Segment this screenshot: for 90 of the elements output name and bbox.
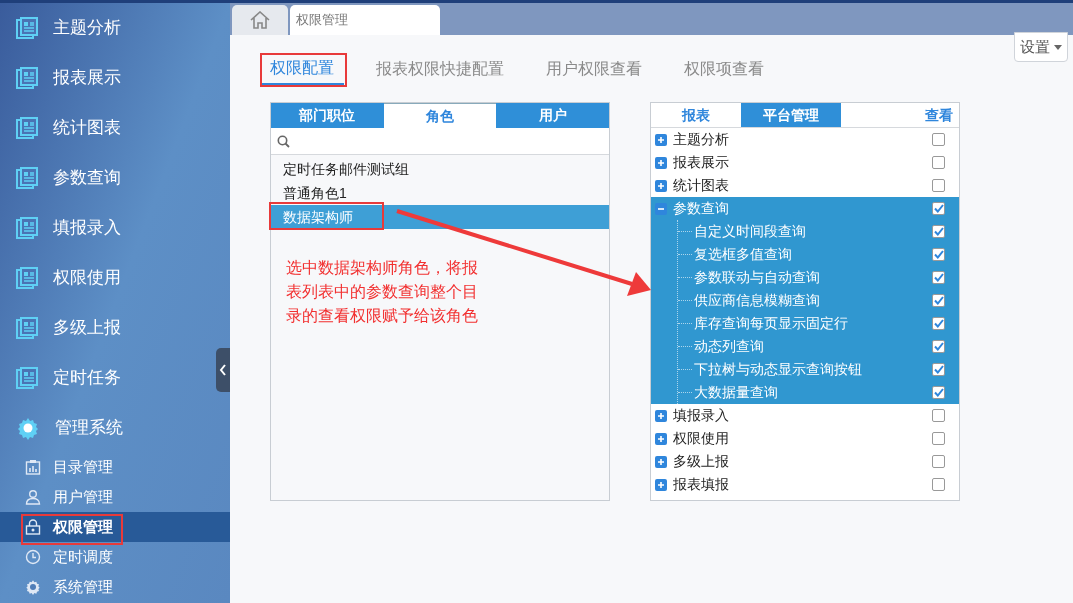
- report-icon: [16, 367, 38, 389]
- tree-item[interactable]: 复选框多值查询: [694, 244, 792, 265]
- expand-icon[interactable]: [655, 179, 667, 192]
- sidebar-item[interactable]: 定时任务: [0, 353, 200, 403]
- expand-icon[interactable]: [655, 478, 667, 491]
- sidebar-item[interactable]: 统计图表: [0, 103, 200, 153]
- tree-item[interactable]: 参数查询: [673, 198, 729, 219]
- page-tab[interactable]: 权限管理: [290, 5, 440, 35]
- tree-item[interactable]: 动态列查询: [694, 336, 764, 357]
- tab[interactable]: 平台管理: [741, 103, 841, 127]
- tree-item[interactable]: 自定义时间段查询: [694, 221, 806, 242]
- tree-item[interactable]: 主题分析: [673, 129, 729, 150]
- checkbox[interactable]: [932, 156, 945, 169]
- checkbox[interactable]: [932, 455, 945, 468]
- tab[interactable]: 部门职位: [271, 103, 384, 128]
- tree-item[interactable]: 参数联动与自动查询: [694, 267, 820, 288]
- sidebar-item[interactable]: 报表展示: [0, 53, 200, 103]
- home-tab[interactable]: [232, 5, 288, 35]
- chart-icon: [25, 459, 41, 475]
- sidebar-subitem[interactable]: 用户管理: [0, 482, 230, 512]
- tree-item[interactable]: 报表展示: [673, 152, 729, 173]
- user-icon: [25, 489, 41, 505]
- sidebar-subitem[interactable]: 权限管理: [0, 512, 230, 542]
- settings-icon: [16, 416, 40, 440]
- chevron-left-icon: [219, 364, 227, 376]
- tree-item[interactable]: 供应商信息模糊查询: [694, 290, 820, 311]
- report-icon: [16, 317, 38, 339]
- role-item[interactable]: 数据架构师: [271, 205, 609, 229]
- checkbox[interactable]: [932, 317, 945, 330]
- checkbox[interactable]: [932, 340, 945, 353]
- checkbox[interactable]: [932, 248, 945, 261]
- report-icon: [16, 117, 38, 139]
- column-header: 查看: [925, 105, 954, 125]
- tree-item[interactable]: 多级上报: [673, 451, 729, 472]
- sidebar-item[interactable]: 主题分析: [0, 3, 200, 53]
- tab[interactable]: 权限项查看: [674, 53, 774, 85]
- checkbox[interactable]: [932, 202, 945, 215]
- sidebar-item[interactable]: 多级上报: [0, 303, 200, 353]
- checkbox[interactable]: [932, 294, 945, 307]
- settings-button[interactable]: 设置: [1014, 32, 1068, 62]
- sidebar-subitem[interactable]: 定时调度: [0, 542, 230, 572]
- expand-icon[interactable]: [655, 156, 667, 169]
- report-icon: [16, 167, 38, 189]
- tree-item[interactable]: 统计图表: [673, 175, 729, 196]
- tree-item[interactable]: 权限使用: [673, 428, 729, 449]
- checkbox[interactable]: [932, 133, 945, 146]
- tab[interactable]: 用户权限查看: [536, 53, 652, 85]
- checkbox[interactable]: [932, 409, 945, 422]
- tree-item[interactable]: 报表填报: [673, 474, 729, 495]
- sidebar-item[interactable]: 权限使用: [0, 253, 200, 303]
- checkbox[interactable]: [932, 363, 945, 376]
- tree-item[interactable]: 库存查询每页显示固定行: [694, 313, 848, 334]
- settings-icon: [25, 579, 41, 595]
- tree-item[interactable]: 大数据量查询: [694, 382, 778, 403]
- collapse-icon[interactable]: [655, 202, 667, 215]
- sidebar-item[interactable]: 参数查询: [0, 153, 200, 203]
- sidebar-item[interactable]: 管理系统: [0, 403, 200, 453]
- caret-icon: [1054, 44, 1062, 50]
- expand-icon[interactable]: [655, 409, 667, 422]
- report-icon: [16, 67, 38, 89]
- collapse-handle[interactable]: [216, 348, 230, 392]
- role-item[interactable]: 定时任务邮件测试组: [271, 157, 609, 181]
- search-icon: [277, 134, 290, 148]
- tree-item[interactable]: 下拉树与动态显示查询按钮: [694, 359, 862, 380]
- report-icon: [16, 217, 38, 239]
- checkbox[interactable]: [932, 478, 945, 491]
- checkbox[interactable]: [932, 179, 945, 192]
- sidebar-subitem[interactable]: 系统管理: [0, 572, 230, 602]
- tab[interactable]: 用户: [496, 103, 609, 128]
- checkbox[interactable]: [932, 225, 945, 238]
- home-icon: [249, 11, 271, 29]
- expand-icon[interactable]: [655, 432, 667, 445]
- role-item[interactable]: 普通角色1: [271, 181, 609, 205]
- expand-icon[interactable]: [655, 133, 667, 146]
- report-icon: [16, 267, 38, 289]
- search-field[interactable]: [271, 128, 609, 155]
- tab[interactable]: 权限配置: [260, 53, 344, 85]
- tree-item[interactable]: 填报录入: [673, 405, 729, 426]
- expand-icon[interactable]: [655, 455, 667, 468]
- tab[interactable]: 报表权限快捷配置: [366, 53, 514, 85]
- checkbox[interactable]: [932, 432, 945, 445]
- clock-icon: [25, 549, 41, 565]
- sidebar-subitem[interactable]: 目录管理: [0, 452, 230, 482]
- report-icon: [16, 17, 38, 39]
- checkbox[interactable]: [932, 386, 945, 399]
- checkbox[interactable]: [932, 271, 945, 284]
- sidebar-item[interactable]: 填报录入: [0, 203, 200, 253]
- annotation-text: 选中数据架构师角色，将报表列表中的参数查询整个目录的查看权限赋予给该角色: [286, 258, 479, 326]
- tab[interactable]: 角色: [383, 103, 497, 128]
- lock-icon: [25, 519, 41, 535]
